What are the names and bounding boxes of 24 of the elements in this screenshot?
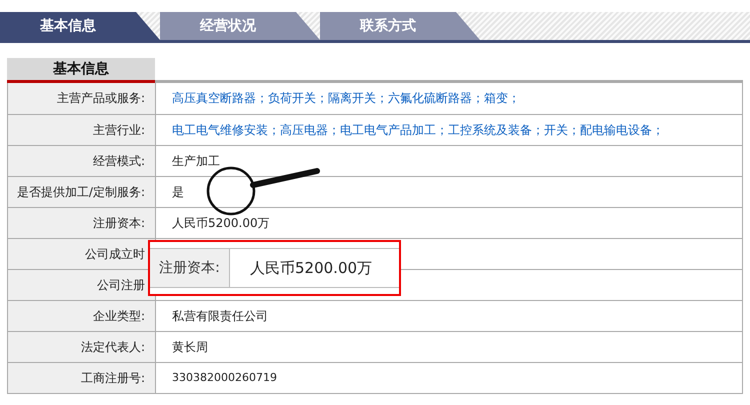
field-label: 主营产品或服务: <box>8 83 156 114</box>
section-title: 基本信息 <box>7 58 155 83</box>
magnified-value: 人民币5200.00万 <box>249 258 372 279</box>
field-value: 人民币5200.00万 <box>171 215 270 232</box>
field-value: 黄长周 <box>171 339 208 356</box>
field-label: 注册资本: <box>8 208 156 238</box>
tab[interactable]: 联系方式 <box>320 12 480 40</box>
field-value: 电工电气维修安装；高压电器；电工电气产品加工；工控系统及装备；开关；配电输电设备； <box>171 122 664 139</box>
field-value: 生产加工 <box>171 153 220 170</box>
field-label: 公司注册 <box>8 270 156 300</box>
field-label: 经营模式: <box>8 146 156 176</box>
tab[interactable]: 基本信息 <box>0 12 160 40</box>
field-label: 企业类型: <box>8 301 156 331</box>
field-value: 330382000260719 <box>171 370 277 386</box>
field-value: 私营有限责任公司 <box>171 308 268 325</box>
tab[interactable]: 经营状况 <box>160 12 320 40</box>
magnified-label: 注册资本: <box>150 249 230 287</box>
field-value: 是 <box>171 184 184 201</box>
field-value: 高压真空断路器；负荷开关；隔离开关；六氟化硫断路器；箱变； <box>171 90 520 107</box>
field-label: 主营行业: <box>8 115 156 145</box>
field-label: 法定代表人: <box>8 332 156 362</box>
field-label: 是否提供加工/定制服务: <box>8 177 156 207</box>
field-label: 工商注册号: <box>8 363 156 393</box>
field-label: 公司成立时 <box>8 239 156 269</box>
